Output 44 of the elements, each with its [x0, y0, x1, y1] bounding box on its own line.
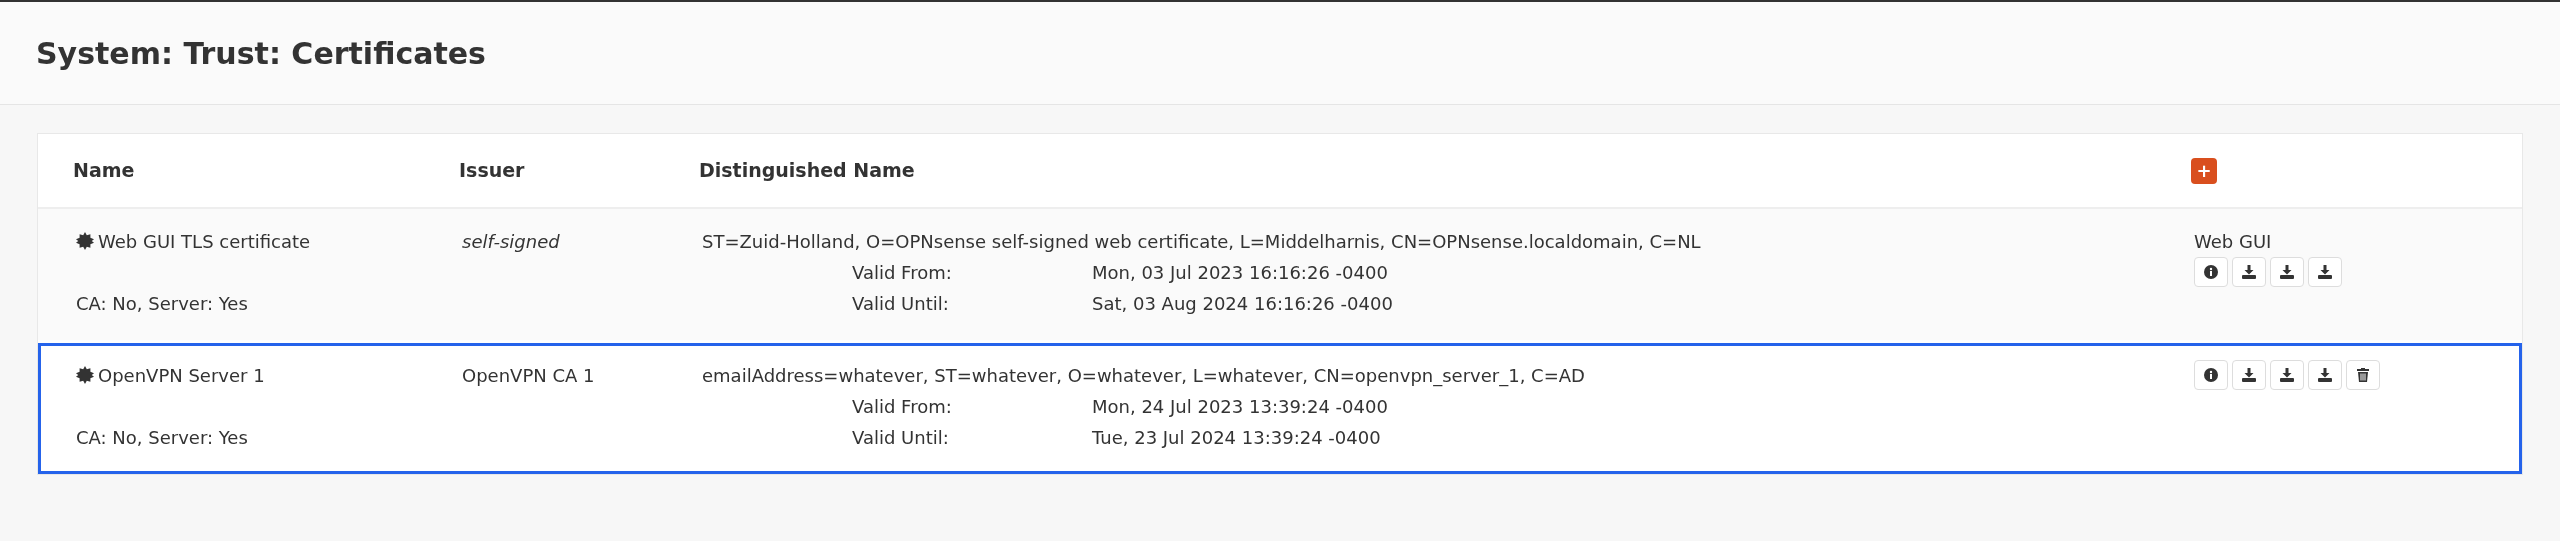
- download-button[interactable]: [2270, 360, 2304, 390]
- download-icon: [2317, 265, 2333, 279]
- certificate-name: OpenVPN Server 1: [76, 360, 462, 391]
- delete-button[interactable]: [2346, 360, 2380, 390]
- add-button[interactable]: +: [2191, 158, 2217, 185]
- issuer-text: self-signed: [462, 231, 560, 252]
- download-icon: [2279, 368, 2295, 382]
- table-row[interactable]: [38, 343, 2522, 474]
- download-icon: [2241, 368, 2257, 382]
- valid-until-value: Sat, 03 Aug 2024 16:16:26 -0400: [1092, 292, 1394, 316]
- issuer-text: OpenVPN CA 1: [462, 365, 595, 386]
- trash-icon: [2357, 368, 2369, 382]
- column-header: Distinguished Name: [699, 158, 916, 184]
- download-button[interactable]: [2232, 257, 2266, 287]
- distinguished-name: emailAddress=whatever, ST=whatever, O=whatever, L=whatever, CN=openvpn_server_1, C=AD: [702, 364, 1586, 389]
- download-icon: [2279, 265, 2295, 279]
- table-row[interactable]: [38, 209, 2522, 340]
- distinguished-name: ST=Zuid-Holland, O=OPNsense self-signed web certificate, L=Middelharnis, CN=OPNsense.localdomain, C=NL: [702, 230, 1702, 254]
- in-use-label: Web GUI: [2194, 230, 2273, 254]
- certificate-icon: [76, 366, 94, 384]
- certificate-name: Web GUI TLS certificate: [76, 226, 462, 257]
- valid-until-value: Tue, 23 Jul 2024 13:39:24 -0400: [1092, 426, 1382, 450]
- valid-from-value: Mon, 24 Jul 2023 13:39:24 -0400: [1092, 395, 1389, 419]
- download-icon: [2241, 265, 2257, 279]
- valid-from-value: Mon, 03 Jul 2023 16:16:26 -0400: [1092, 261, 1389, 285]
- info-icon: [2204, 265, 2218, 279]
- column-header: Issuer: [459, 158, 526, 184]
- info-icon: [2204, 368, 2218, 382]
- download-button[interactable]: [2232, 360, 2266, 390]
- info-button[interactable]: [2194, 257, 2228, 287]
- certificate-icon: [76, 232, 94, 250]
- download-icon: [2317, 368, 2333, 382]
- valid-from-label: Valid From:: [852, 395, 953, 419]
- download-button[interactable]: [2270, 257, 2304, 287]
- valid-until-label: Valid Until:: [852, 426, 950, 450]
- certificate-flags: CA: No, Server: Yes: [76, 426, 249, 450]
- column-header: Name: [73, 158, 136, 184]
- download-button[interactable]: [2308, 360, 2342, 390]
- valid-until-label: Valid Until:: [852, 292, 950, 316]
- certificate-flags: CA: No, Server: Yes: [76, 292, 249, 316]
- page-title: System: Trust: Certificates: [36, 34, 486, 73]
- valid-from-label: Valid From:: [852, 261, 953, 285]
- info-button[interactable]: [2194, 360, 2228, 390]
- download-button[interactable]: [2308, 257, 2342, 287]
